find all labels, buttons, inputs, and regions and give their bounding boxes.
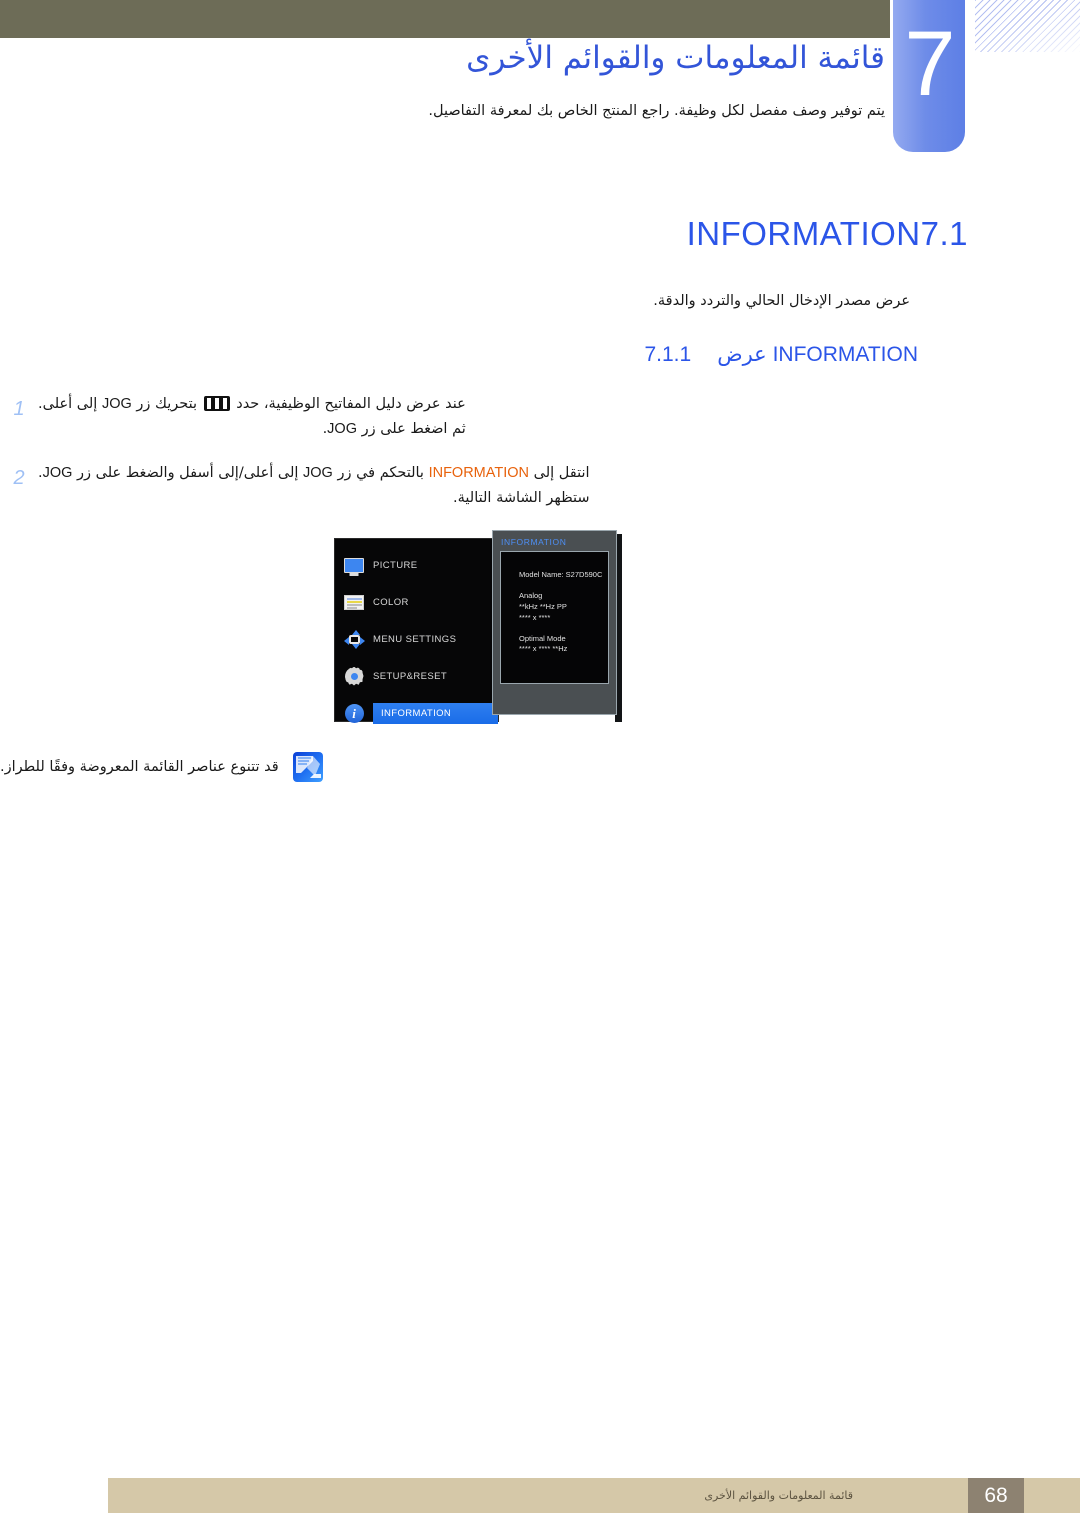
monitor-icon bbox=[335, 557, 373, 573]
osd-info-line-signal: Analog bbox=[519, 590, 543, 600]
osd-menu-item-color[interactable]: COLOR bbox=[335, 586, 498, 618]
osd-menu-list: PICTURE COLOR MENU SETTINGS SETUP&RESET … bbox=[334, 538, 499, 724]
osd-info-panel: INFORMATION Model Name: S27D590C Analog … bbox=[492, 530, 617, 715]
osd-info-line-resolution: **** x **** bbox=[519, 612, 551, 622]
chapter-subtitle: يتم توفير وصف مفصل لكل وظيفة. راجع المنت… bbox=[428, 103, 885, 119]
osd-info-line-model: Model Name: S27D590C bbox=[519, 570, 603, 579]
note-text: قد تتنوع عناصر القائمة المعروضة وفقًا لل… bbox=[0, 759, 279, 775]
manual-page: 7 قائمة المعلومات والقوائم الأخرى يتم تو… bbox=[0, 0, 1080, 1527]
step-1-body: عند عرض دليل المفاتيح الوظيفية، حدد بتحر… bbox=[38, 392, 466, 443]
section-number: 7.1 bbox=[920, 215, 968, 252]
page-number: 68 bbox=[968, 1478, 1024, 1513]
osd-menu-item-information[interactable]: i INFORMATION bbox=[335, 697, 498, 729]
section-title: INFORMATION bbox=[686, 215, 921, 252]
chapter-number: 7 bbox=[904, 13, 955, 115]
step-1-line2-key: JOG bbox=[327, 421, 357, 438]
osd-info-line-frequency: **kHz **Hz PP bbox=[519, 601, 567, 611]
osd-info-content: Model Name: S27D590C Analog **kHz **Hz P… bbox=[500, 551, 609, 684]
step-1-text-after: إلى أعلى. bbox=[38, 396, 98, 412]
chapter-number-badge: 7 bbox=[893, 0, 965, 152]
color-bars-icon bbox=[335, 594, 373, 610]
step-2-text-mid: بالتحكم في زر bbox=[337, 464, 424, 481]
step-1-key: JOG bbox=[101, 396, 132, 412]
subsection-title-ar: عرض bbox=[717, 342, 767, 366]
osd-menu-label: COLOR bbox=[373, 596, 409, 608]
step-2-number: 2 bbox=[13, 466, 25, 489]
top-bar bbox=[0, 0, 890, 38]
four-arrows-icon bbox=[335, 629, 373, 649]
diagonal-hatch-decoration bbox=[975, 0, 1080, 52]
osd-panel-title: INFORMATION bbox=[501, 537, 567, 547]
section-heading: INFORMATION7.1 bbox=[0, 215, 990, 253]
osd-info-line-optimal-value: **** x **** **Hz bbox=[519, 644, 568, 654]
footer-title: قائمة المعلومات والقوائم الأخرى bbox=[704, 1489, 853, 1502]
info-circle-icon: i bbox=[335, 703, 373, 723]
subsection-title-en: INFORMATION bbox=[772, 343, 918, 366]
menu-bars-icon bbox=[203, 396, 230, 411]
note-pencil-icon bbox=[292, 752, 323, 782]
step-2-text-after: إلى أعلى/إلى أسفل والضغط على زر bbox=[77, 464, 299, 481]
step-2-highlight: INFORMATION bbox=[428, 464, 529, 481]
osd-menu-item-picture[interactable]: PICTURE bbox=[335, 549, 498, 581]
gear-icon bbox=[335, 666, 373, 686]
osd-menu-item-setup-reset[interactable]: SETUP&RESET bbox=[335, 660, 498, 692]
chapter-title: قائمة المعلومات والقوائم الأخرى bbox=[466, 40, 885, 76]
step-1-text-mid: بتحريك زر bbox=[136, 396, 198, 412]
step-2-body: انتقل إلى INFORMATION بالتحكم في زر JOG … bbox=[38, 461, 590, 512]
section-description: عرض مصدر الإدخال الحالي والتردد والدقة. bbox=[653, 293, 910, 309]
step-2-key: JOG bbox=[303, 464, 333, 481]
step-2-key2: JOG bbox=[42, 464, 73, 481]
step-1-line2-before: ثم اضغط على زر bbox=[361, 421, 466, 438]
step-item: انتقل إلى INFORMATION بالتحكم في زر JOG … bbox=[0, 461, 930, 512]
step-1-text-before: عند عرض دليل المفاتيح الوظيفية، حدد bbox=[236, 396, 466, 412]
osd-info-line-optimal-label: Optimal Mode bbox=[519, 633, 566, 643]
steps-list: عند عرض دليل المفاتيح الوظيفية، حدد بتحر… bbox=[0, 392, 930, 530]
osd-menu-label: PICTURE bbox=[373, 559, 418, 571]
osd-menu-label: MENU SETTINGS bbox=[373, 633, 457, 645]
osd-screenshot: PICTURE COLOR MENU SETTINGS SETUP&RESET … bbox=[334, 530, 624, 724]
subsection-number: 7.1.1 bbox=[644, 343, 692, 366]
osd-menu-label: SETUP&RESET bbox=[373, 670, 448, 682]
osd-menu-item-menu-settings[interactable]: MENU SETTINGS bbox=[335, 623, 498, 655]
step-1-number: 1 bbox=[13, 398, 25, 420]
note-row: قد تتنوع عناصر القائمة المعروضة وفقًا لل… bbox=[0, 752, 880, 782]
osd-menu-label: INFORMATION bbox=[373, 702, 498, 724]
subsection-heading: INFORMATION عرض 7.1.1 bbox=[0, 342, 918, 367]
step-2-line2: ستظهر الشاشة التالية. bbox=[453, 490, 590, 507]
step-2-text-before: انتقل إلى bbox=[533, 464, 590, 481]
step-item: عند عرض دليل المفاتيح الوظيفية، حدد بتحر… bbox=[0, 392, 930, 443]
